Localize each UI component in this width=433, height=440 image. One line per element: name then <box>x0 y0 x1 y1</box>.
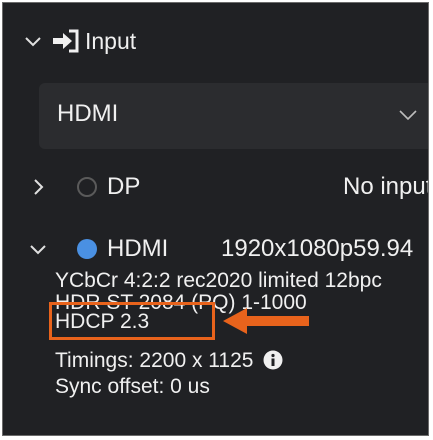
input-status-dp: No input <box>343 173 429 200</box>
input-select-value: HDMI <box>57 100 119 127</box>
input-resolution-hdmi: 1920x1080p59.94 <box>221 235 414 262</box>
radio-dp[interactable] <box>77 177 97 197</box>
input-arrow-icon <box>53 29 79 53</box>
hdmi-sync-offset: Sync offset: 0 us <box>55 375 210 398</box>
input-select[interactable]: HDMI <box>39 83 428 149</box>
section-header[interactable]: Input <box>21 23 136 59</box>
hdmi-color-format: YCbCr 4:2:2 rec2020 limited 12bpc <box>55 269 382 292</box>
annotation-arrow <box>223 308 309 334</box>
input-panel: Input HDMI DP No input HDMI 1920x1080p59… <box>2 2 429 436</box>
chevron-down-icon[interactable] <box>21 29 45 53</box>
chevron-right-icon[interactable] <box>27 176 49 198</box>
hdmi-timings-text: Timings: 2200 x 1125 <box>55 349 254 372</box>
chevron-down-icon <box>399 110 417 121</box>
radio-hdmi[interactable] <box>77 239 97 259</box>
info-icon[interactable] <box>263 350 283 370</box>
hdmi-timings: Timings: 2200 x 1125 <box>55 349 283 373</box>
input-name-dp: DP <box>107 173 141 200</box>
input-row-dp[interactable]: DP No input <box>3 169 429 205</box>
section-title: Input <box>85 27 137 54</box>
input-row-hdmi[interactable]: HDMI 1920x1080p59.94 <box>3 231 428 267</box>
chevron-down-icon[interactable] <box>27 238 49 260</box>
input-name-hdmi: HDMI <box>107 235 169 262</box>
hdcp-highlight-box <box>49 302 215 340</box>
